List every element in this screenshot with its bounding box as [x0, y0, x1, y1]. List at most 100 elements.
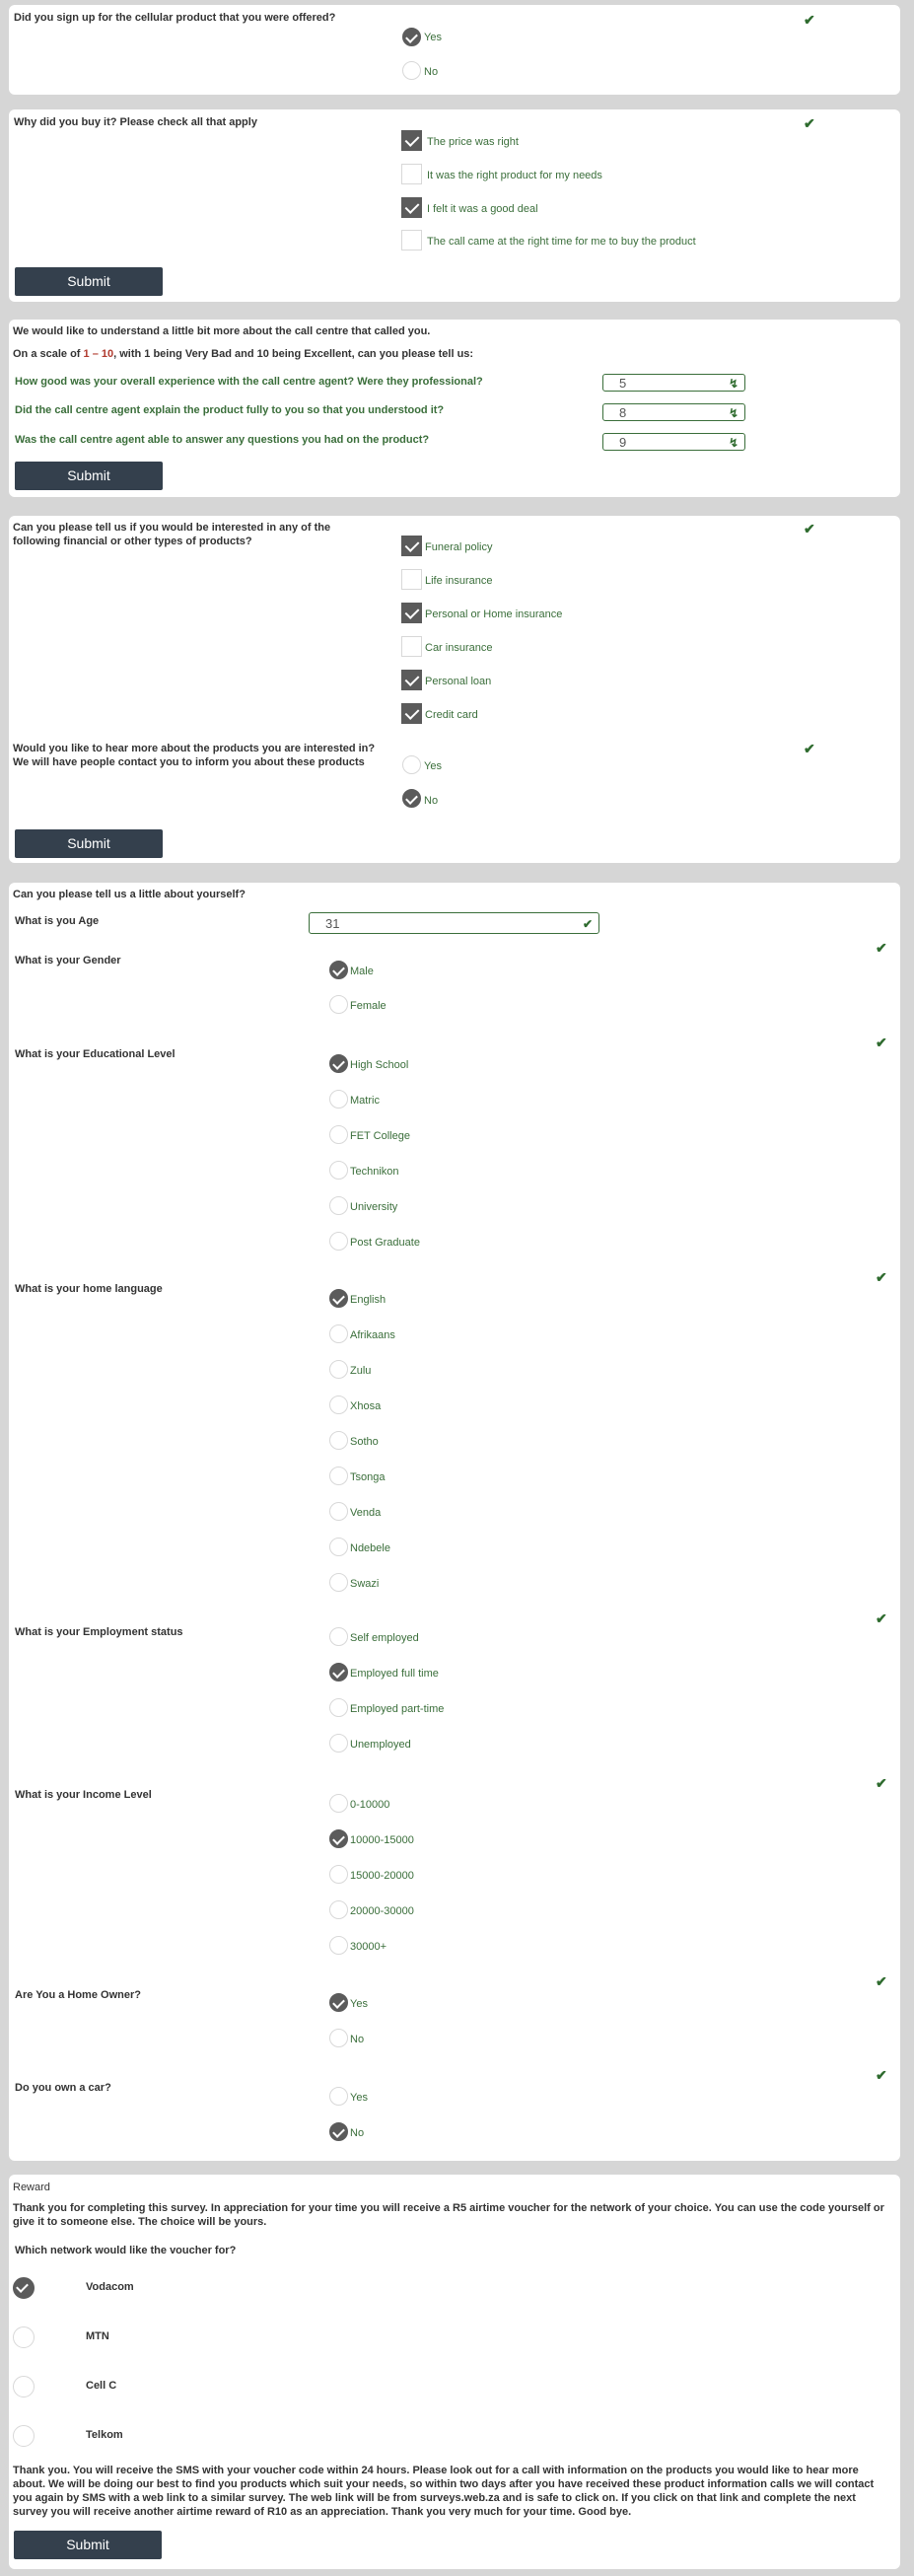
- check-icon: ✔: [876, 1269, 887, 1285]
- radio-venda[interactable]: [329, 1502, 348, 1521]
- radio-income-20000-30000[interactable]: [329, 1900, 348, 1919]
- income-label: What is your Income Level: [15, 1789, 152, 1801]
- check-icon: ✔: [876, 1775, 887, 1791]
- contact-question: Would you like to hear more about the pr…: [13, 743, 376, 768]
- radio-self-employed[interactable]: [329, 1627, 348, 1646]
- language-option: Zulu: [350, 1365, 372, 1377]
- check-icon: ✔: [876, 1610, 887, 1626]
- radio-tsonga[interactable]: [329, 1467, 348, 1485]
- radio-post-graduate[interactable]: [329, 1232, 348, 1251]
- employment-option: Employed part-time: [350, 1703, 445, 1715]
- checkbox-home-insurance[interactable]: [401, 603, 422, 623]
- checkbox-funeral[interactable]: [401, 536, 422, 556]
- reason-label: It was the right product for my needs: [427, 170, 602, 181]
- language-label: What is your home language: [15, 1283, 163, 1295]
- reason-label: I felt it was a good deal: [427, 203, 538, 215]
- radio-car-no[interactable]: [329, 2122, 348, 2141]
- radio-mtn[interactable]: [13, 2326, 35, 2348]
- radio-home-yes[interactable]: [329, 1993, 348, 2012]
- radio-unemployed[interactable]: [329, 1734, 348, 1753]
- radio-ndebele[interactable]: [329, 1538, 348, 1556]
- radio-car-yes[interactable]: [329, 2087, 348, 2106]
- checkbox-car-insurance[interactable]: [401, 636, 422, 657]
- submit-button[interactable]: Submit: [15, 267, 163, 296]
- reward-closing-text: Thank you. You will receive the SMS with…: [13, 2465, 875, 2518]
- radio-telkom[interactable]: [13, 2425, 35, 2447]
- radio-income-30000-plus[interactable]: [329, 1936, 348, 1955]
- education-option: Matric: [350, 1095, 380, 1107]
- radio-xhosa[interactable]: [329, 1395, 348, 1414]
- radio-zulu[interactable]: [329, 1360, 348, 1379]
- rating-select-1[interactable]: 5 ↯: [602, 374, 745, 392]
- radio-high-school[interactable]: [329, 1054, 348, 1073]
- checkbox-right-product[interactable]: [401, 164, 422, 184]
- education-option: High School: [350, 1059, 409, 1071]
- language-option: Sotho: [350, 1436, 379, 1448]
- radio-employed-part-time[interactable]: [329, 1698, 348, 1717]
- radio-contact-yes[interactable]: [402, 755, 421, 774]
- radio-fet-college[interactable]: [329, 1125, 348, 1144]
- radio-income-10000-15000[interactable]: [329, 1829, 348, 1848]
- rating-question-2: Did the call centre agent explain the pr…: [15, 404, 445, 416]
- reason-label: The call came at the right time for me t…: [427, 236, 696, 248]
- dropdown-arrow-icon: ↯: [728, 436, 738, 450]
- radio-sotho[interactable]: [329, 1431, 348, 1450]
- radio-income-15000-20000[interactable]: [329, 1865, 348, 1884]
- network-question: Which network would like the voucher for…: [15, 2245, 237, 2256]
- network-label: Cell C: [86, 2380, 117, 2392]
- employment-label: What is your Employment status: [15, 1626, 183, 1638]
- product-label: Car insurance: [425, 642, 493, 654]
- radio-income-0-10000[interactable]: [329, 1794, 348, 1813]
- radio-technikon[interactable]: [329, 1161, 348, 1180]
- rating-select-3[interactable]: 9 ↯: [602, 433, 745, 451]
- income-option: 0-10000: [350, 1799, 390, 1811]
- product-label: Funeral policy: [425, 541, 493, 553]
- check-icon: ✔: [876, 2067, 887, 2083]
- contact-yes-label: Yes: [424, 760, 442, 772]
- language-option: Ndebele: [350, 1542, 390, 1554]
- check-icon: ✔: [804, 12, 815, 28]
- check-icon: ✔: [582, 917, 593, 931]
- check-icon: ✔: [804, 741, 815, 756]
- radio-yes[interactable]: [402, 28, 421, 46]
- option-yes-label: Yes: [424, 32, 442, 43]
- radio-contact-no[interactable]: [402, 789, 421, 808]
- rating-select-2[interactable]: 8 ↯: [602, 403, 745, 421]
- rating-question-1: How good was your overall experience wit…: [15, 376, 483, 388]
- radio-english[interactable]: [329, 1289, 348, 1308]
- checkbox-credit-card[interactable]: [401, 703, 422, 724]
- check-icon: ✔: [876, 1973, 887, 1989]
- checkbox-good-deal[interactable]: [401, 197, 422, 218]
- checkbox-price[interactable]: [401, 130, 422, 151]
- product-label: Personal or Home insurance: [425, 608, 563, 620]
- language-option: English: [350, 1294, 387, 1306]
- age-label: What is you Age: [15, 915, 100, 927]
- rating-card: We would like to understand a little bit…: [9, 320, 900, 497]
- radio-swazi[interactable]: [329, 1573, 348, 1592]
- education-label: What is your Educational Level: [15, 1048, 176, 1060]
- reward-card: Reward Thank you for completing this sur…: [9, 2175, 900, 2569]
- about-card: Can you please tell us a little about yo…: [9, 883, 900, 2161]
- reason-label: The price was right: [427, 136, 519, 148]
- gender-label: What is your Gender: [15, 955, 121, 966]
- checkbox-life[interactable]: [401, 569, 422, 590]
- submit-button[interactable]: Submit: [15, 462, 163, 490]
- submit-button[interactable]: Submit: [14, 2531, 162, 2559]
- radio-female[interactable]: [329, 995, 348, 1014]
- radio-matric[interactable]: [329, 1090, 348, 1109]
- radio-home-no[interactable]: [329, 2029, 348, 2047]
- radio-cell-c[interactable]: [13, 2376, 35, 2397]
- radio-male[interactable]: [329, 961, 348, 979]
- radio-no[interactable]: [402, 61, 421, 80]
- language-option: Afrikaans: [350, 1329, 395, 1341]
- checkbox-personal-loan[interactable]: [401, 670, 422, 690]
- radio-university[interactable]: [329, 1196, 348, 1215]
- submit-button[interactable]: Submit: [15, 829, 163, 858]
- reasons-question: Why did you buy it? Please check all tha…: [14, 116, 257, 128]
- checkbox-right-time[interactable]: [401, 230, 422, 250]
- radio-afrikaans[interactable]: [329, 1324, 348, 1343]
- age-input[interactable]: 31 ✔: [309, 912, 599, 934]
- product-label: Life insurance: [425, 575, 493, 587]
- radio-vodacom[interactable]: [13, 2277, 35, 2299]
- radio-employed-full-time[interactable]: [329, 1663, 348, 1682]
